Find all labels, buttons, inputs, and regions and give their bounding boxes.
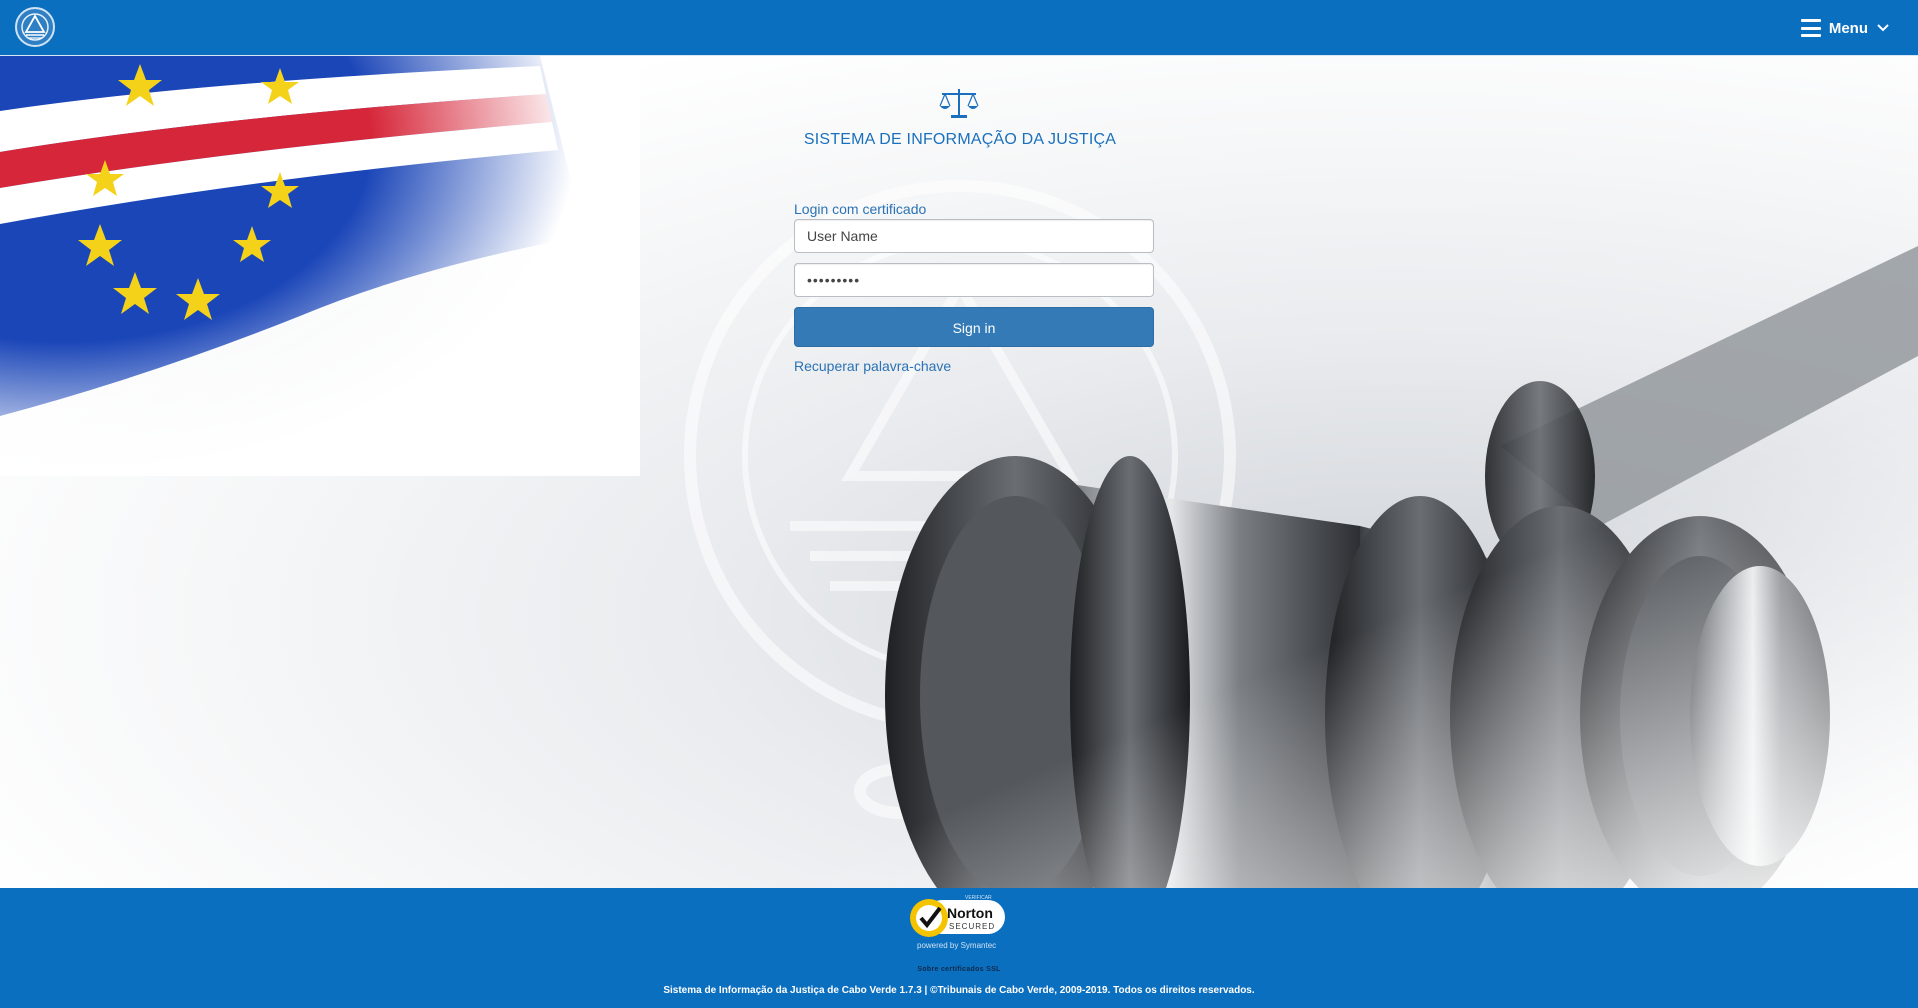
system-title: SISTEMA DE INFORMAÇÃO DA JUSTIÇA [803,131,1117,148]
username-input[interactable] [794,219,1154,253]
norton-name: Norton [947,905,993,921]
hero-background [0,56,1918,888]
hero-illustration [0,56,1918,888]
hamburger-icon [1800,19,1821,37]
copyright-text: Sistema de Informação da Justiça de Cabo… [663,985,1255,996]
ssl-certificates-link[interactable]: Sobre certificados SSL [0,966,1918,973]
menu-label: Menu [1828,19,1868,37]
norton-secured-badge[interactable]: Norton SECURED VERIFICAR [907,894,1007,942]
password-input[interactable] [794,263,1154,297]
norton-powered-text: powered by Symantec [917,941,997,950]
chevron-down-icon [1877,24,1889,32]
menu-button[interactable]: Menu [1800,15,1890,41]
sign-in-button[interactable]: Sign in [794,307,1154,347]
norton-secured-text: SECURED [949,922,995,931]
recover-password-link[interactable]: Recuperar palavra-chave [794,358,951,374]
footer: Norton SECURED VERIFICAR powered by Syma… [0,888,1918,1008]
scales-of-justice-icon [939,89,979,118]
norton-verify-text: VERIFICAR [965,895,992,901]
login-with-certificate-link[interactable]: Login com certificado [794,201,926,217]
national-emblem-icon[interactable] [14,6,56,48]
top-navbar: Menu [0,0,1918,56]
